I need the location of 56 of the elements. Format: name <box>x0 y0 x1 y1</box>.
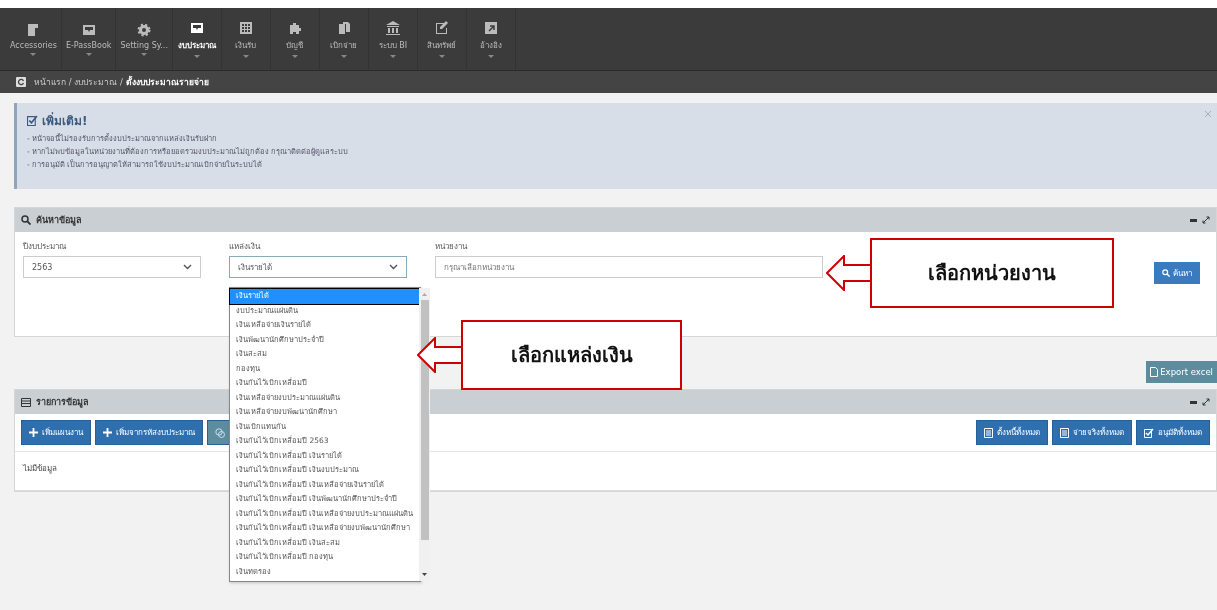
action-button[interactable]: จ่ายจริงทั้งหมด <box>1052 420 1132 445</box>
field-label: แหล่งเงิน <box>229 241 262 253</box>
inbox-icon <box>80 22 97 38</box>
menu-item[interactable]: สินทรัพย์ <box>417 8 467 70</box>
search-button[interactable]: ค้นหา <box>1154 262 1200 284</box>
copy-icon <box>215 427 225 438</box>
refresh-icon[interactable] <box>16 77 26 87</box>
plus-icon <box>103 428 112 437</box>
callout-label: เลือกหน่วยงาน <box>870 238 1114 308</box>
document-icon <box>1150 367 1159 377</box>
search-icon <box>1162 269 1170 277</box>
scrollbar[interactable] <box>419 288 431 581</box>
chevron-down-icon <box>389 264 398 270</box>
add-button[interactable]: เพิ่มแผนงาน <box>21 420 91 445</box>
list-icon <box>21 397 31 407</box>
document-icon <box>1060 427 1069 438</box>
document-icon <box>984 427 993 438</box>
alert-title: เพิ่มเติม! <box>42 111 88 130</box>
action-button[interactable]: ตั้งหนี้ทั้งหมด <box>976 420 1048 445</box>
checkbox-icon <box>1144 427 1154 438</box>
year-select[interactable]: 2563 <box>23 256 201 278</box>
inbox-icon <box>188 20 205 36</box>
checkbox-icon <box>27 115 38 126</box>
unit-field[interactable]: กรุณาเลือกหน่วยงาน <box>435 256 823 278</box>
menu-item[interactable]: งบประมาณ <box>172 8 222 70</box>
field-label: หน่วยงาน <box>435 241 469 253</box>
settings-icon <box>136 22 153 38</box>
menu-item[interactable]: อ้างอิง <box>466 8 516 70</box>
field-label: ปีงบประมาณ <box>23 241 67 253</box>
bank-icon <box>384 20 401 36</box>
menu-item[interactable]: เบิกจ่าย <box>319 8 369 70</box>
callout-label: เลือกแหล่งเงิน <box>461 320 682 390</box>
expand-icon[interactable] <box>1202 398 1210 406</box>
menu-item[interactable]: บัญชี <box>270 8 320 70</box>
panel-title: ค้นหาข้อมูล <box>36 214 82 227</box>
arrow-icon <box>826 255 872 291</box>
plus-icon <box>29 428 38 437</box>
expand-icon[interactable] <box>1202 216 1210 224</box>
minimize-icon[interactable] <box>1190 218 1197 222</box>
breadcrumb[interactable]: หน้าแรก / งบประมาณ / ตั้งงบประมาณรายจ่าย <box>34 75 209 89</box>
chevron-down-icon <box>183 264 192 270</box>
menu-item[interactable]: ระบบ BI <box>368 8 418 70</box>
menu-item[interactable]: เงินรับ <box>221 8 271 70</box>
edit-icon <box>433 20 450 36</box>
search-icon <box>21 215 31 225</box>
menu-item[interactable]: E-PassBook <box>61 8 117 70</box>
link-icon <box>482 20 499 36</box>
add-button[interactable]: เพิ่มจากรหัสงบประมาณ <box>95 420 203 445</box>
export-button[interactable]: Export excel <box>1146 361 1217 383</box>
menu-item[interactable]: Setting Sy... <box>116 8 173 70</box>
menu-item[interactable]: Accessories <box>6 8 62 70</box>
panel-title: รายการข้อมูล <box>36 396 89 409</box>
approve-button[interactable]: อนุมัติทั้งหมด <box>1136 420 1210 445</box>
fund-select[interactable]: เงินรายได้ <box>229 256 407 278</box>
minimize-icon[interactable] <box>1190 400 1197 404</box>
grid-icon <box>237 20 254 36</box>
